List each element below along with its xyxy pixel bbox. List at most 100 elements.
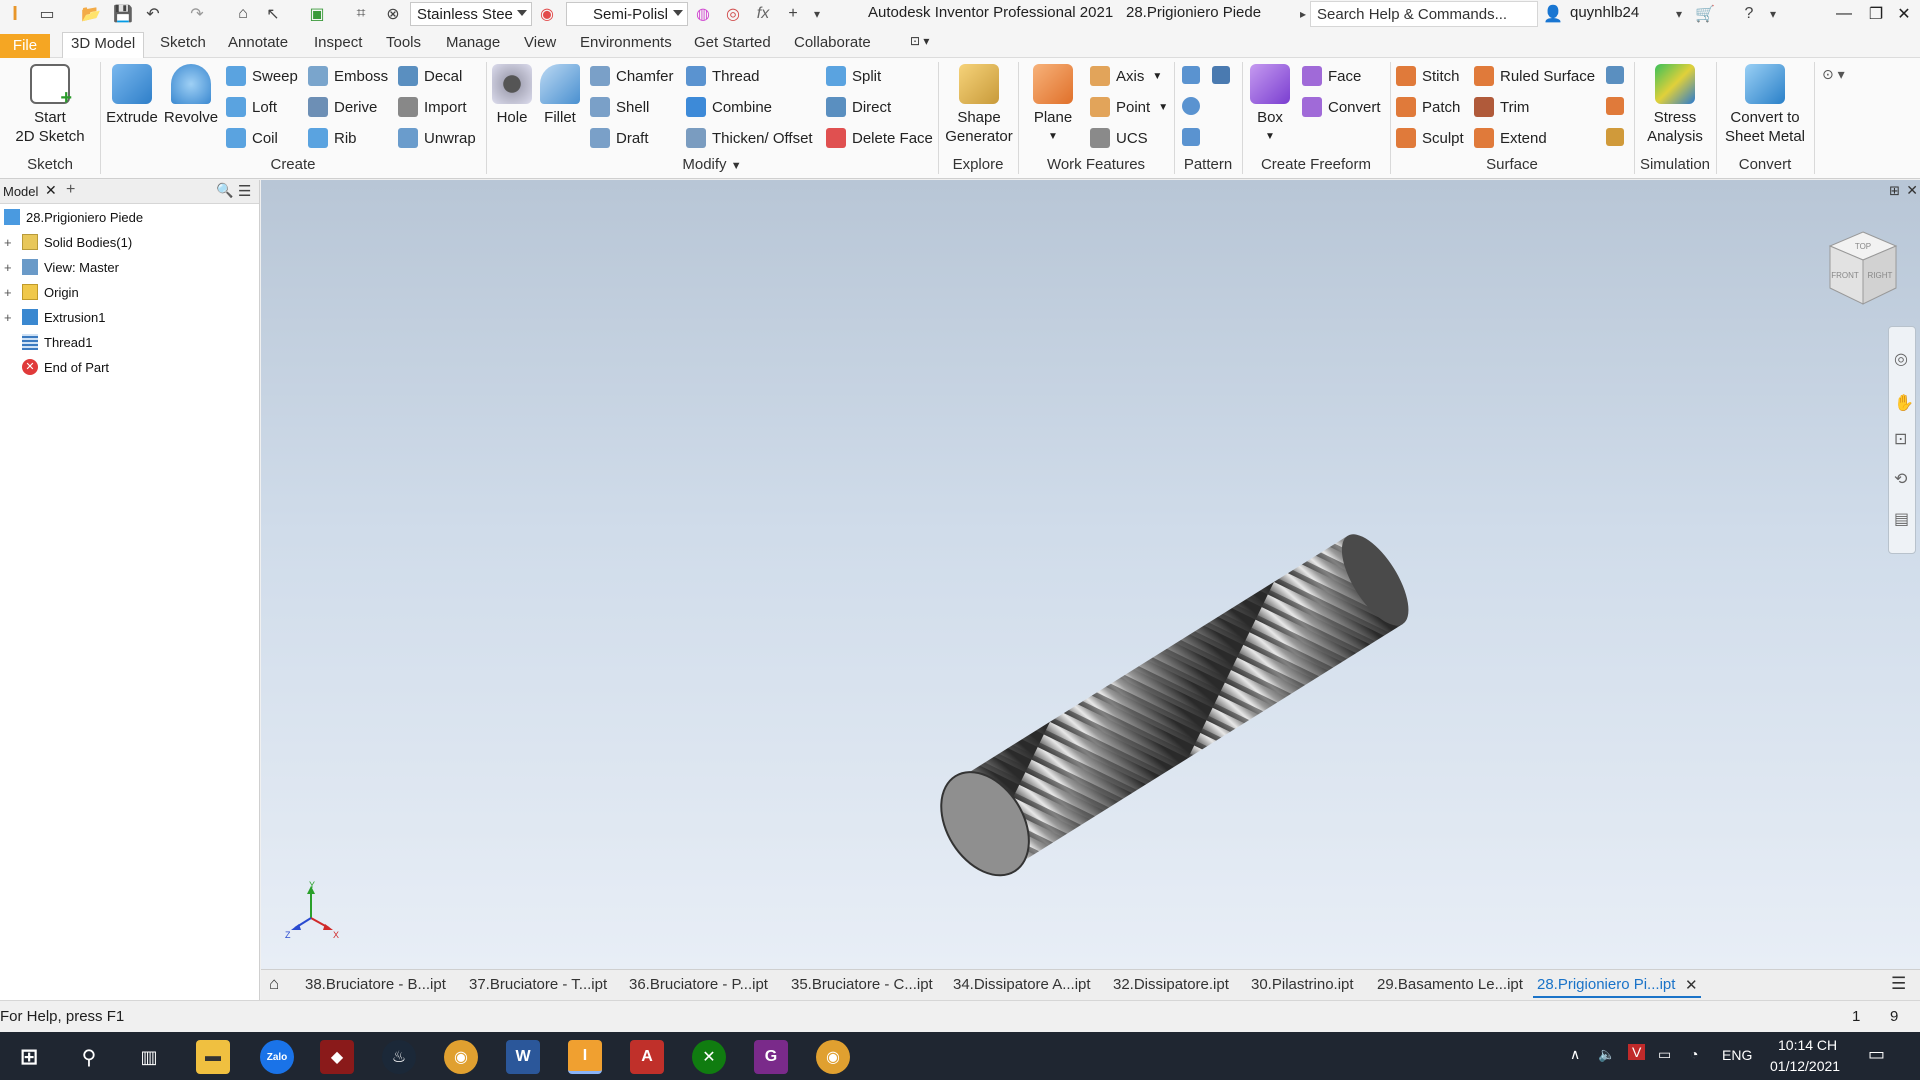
chamfer-button[interactable]: Chamfer [590, 66, 674, 86]
language-indicator[interactable]: ENG [1722, 1047, 1752, 1063]
import-button[interactable]: Import [398, 97, 467, 117]
tree-item-thread1[interactable]: Thread1 [0, 331, 92, 353]
loft-button[interactable]: Loft [226, 97, 277, 117]
minimize-button[interactable]: — [1828, 2, 1860, 26]
doc-tab[interactable]: 29.Basamento Le...ipt [1377, 976, 1523, 993]
face-button[interactable]: Face [1302, 66, 1361, 86]
plus-icon[interactable]: + [782, 3, 804, 25]
trim-button[interactable]: Trim [1474, 97, 1529, 117]
redo-icon[interactable]: ↷ [186, 3, 208, 25]
volume-icon[interactable]: 🔈 [1598, 1046, 1615, 1063]
hole-button[interactable]: Hole [490, 64, 534, 127]
open-file-icon[interactable]: 📂 [80, 3, 102, 25]
tab-inspect[interactable]: Inspect [314, 32, 362, 56]
inventor-taskbar-icon[interactable]: I [568, 1040, 602, 1074]
surface-tool-1-button[interactable] [1606, 66, 1630, 84]
customize-dropdown-icon[interactable]: ▾ [806, 3, 828, 25]
doc-tab-close-icon[interactable]: ✕ [1685, 976, 1698, 994]
combine-button[interactable]: Combine [686, 97, 772, 117]
tray-expand-icon[interactable]: ∧ [1570, 1046, 1580, 1063]
inventor-logo-icon[interactable]: I [4, 3, 26, 25]
doc-tab[interactable]: 36.Bruciatore - P...ipt [629, 976, 768, 993]
select-icon[interactable]: ↖ [262, 3, 284, 25]
expand-icon[interactable]: + [4, 235, 14, 250]
tab-3d-model[interactable]: 3D Model [62, 32, 145, 58]
zoom-icon[interactable]: ⊡ [1894, 429, 1907, 449]
split-button[interactable]: Split [826, 66, 881, 86]
pdf-app-icon[interactable]: G [754, 1040, 788, 1074]
tab-annotate[interactable]: Annotate [228, 32, 288, 56]
sculpt-button[interactable]: Sculpt [1396, 128, 1464, 148]
clear-appearance-icon[interactable]: ◎ [722, 3, 744, 25]
user-dropdown-icon[interactable]: ▾ [1668, 3, 1690, 25]
surface-tool-3-button[interactable] [1606, 128, 1630, 146]
viewport-maximize-icon[interactable]: ⊞ [1889, 183, 1900, 199]
fillet-button[interactable]: Fillet [538, 64, 582, 127]
search-icon[interactable]: ⚲ [72, 1040, 106, 1074]
expand-icon[interactable]: + [4, 260, 14, 275]
chrome-icon[interactable]: ◉ [444, 1040, 478, 1074]
tab-file[interactable]: File [0, 34, 50, 58]
tree-item-extrusion1[interactable]: + Extrusion1 [0, 306, 105, 328]
graphics-viewport[interactable]: ⊞ ✕ TOP FRONT RIGHT ◎ ✋ ⊡ ⟲ ▤ Y X Z [261, 180, 1920, 969]
stitch-button[interactable]: Stitch [1396, 66, 1460, 86]
mirror-button[interactable] [1212, 66, 1236, 84]
tab-tools[interactable]: Tools [386, 32, 421, 56]
autocad-icon[interactable]: A [630, 1040, 664, 1074]
patch-button[interactable]: Patch [1396, 97, 1460, 117]
convert-freeform-button[interactable]: Convert [1302, 97, 1381, 117]
thread-button[interactable]: Thread [686, 66, 760, 86]
tree-item-view-master[interactable]: + View: Master [0, 256, 119, 278]
notification-icon[interactable]: ▭ [1868, 1044, 1885, 1065]
windows-start-icon[interactable]: ⊞ [12, 1040, 46, 1074]
cart-icon[interactable]: 🛒 [1694, 3, 1716, 25]
home-tab-icon[interactable]: ⌂ [269, 974, 279, 994]
material-select[interactable]: Stainless Stee [410, 2, 532, 26]
tree-item-origin[interactable]: + Origin [0, 281, 79, 303]
viewport-close-icon[interactable]: ✕ [1906, 182, 1918, 199]
draft-button[interactable]: Draft [590, 128, 649, 148]
tab-get-started[interactable]: Get Started [694, 32, 771, 56]
word-icon[interactable]: W [506, 1040, 540, 1074]
appearance-select[interactable]: Semi-Polisl [566, 2, 688, 26]
ribbon-options-button[interactable]: ⊙ ▾ [1822, 66, 1845, 83]
zalo-icon[interactable]: Zalo [260, 1040, 294, 1074]
revolve-button[interactable]: Revolve [162, 64, 220, 127]
home-icon[interactable]: ⌂ [232, 3, 254, 25]
shape-generator-button[interactable]: Shape Generator [942, 64, 1016, 146]
thicken-offset-button[interactable]: Thicken/ Offset [686, 128, 813, 148]
task-view-icon[interactable]: ▥ [132, 1040, 166, 1074]
tree-item-end-of-part[interactable]: ✕ End of Part [0, 356, 109, 378]
help-icon[interactable]: ? [1738, 3, 1760, 25]
delete-face-button[interactable]: Delete Face [826, 128, 933, 148]
doc-tab[interactable]: 30.Pilastrino.ipt [1251, 976, 1354, 993]
fx-parameters-icon[interactable]: fx [752, 3, 774, 25]
chrome-profile-icon[interactable]: ◉ [816, 1040, 850, 1074]
doc-tab[interactable]: 34.Dissipatore A...ipt [953, 976, 1091, 993]
save-icon[interactable]: 💾 [112, 3, 134, 25]
doc-tab-active[interactable]: 28.Prigioniero Pi...ipt [1533, 976, 1702, 998]
shell-button[interactable]: Shell [590, 97, 649, 117]
orbit-icon[interactable]: ⟲ [1894, 469, 1907, 489]
tab-environments[interactable]: Environments [580, 32, 672, 56]
antivirus-tray-icon[interactable]: V [1628, 1044, 1646, 1060]
threaded-rod-model[interactable] [861, 440, 1601, 900]
ruled-surface-button[interactable]: Ruled Surface [1474, 66, 1595, 86]
view-cube[interactable]: TOP FRONT RIGHT [1828, 230, 1898, 305]
browser-tab-close-icon[interactable]: ✕ [45, 182, 57, 199]
adjust-appearance-icon[interactable]: ◍ [692, 3, 714, 25]
surface-tool-2-button[interactable] [1606, 97, 1630, 115]
axis-button[interactable]: Axis ▼ [1090, 66, 1162, 86]
rectangular-pattern-button[interactable] [1182, 66, 1206, 84]
browser-tab-model[interactable]: Model [3, 184, 38, 199]
box-button[interactable]: Box ▼ [1246, 64, 1294, 146]
measure-icon[interactable]: ⌗ [350, 3, 372, 25]
sweep-button[interactable]: Sweep [226, 66, 298, 86]
convert-to-sheet-metal-button[interactable]: Convert to Sheet Metal [1720, 64, 1810, 146]
new-file-icon[interactable]: ▭ [36, 3, 58, 25]
rib-button[interactable]: Rib [308, 128, 357, 148]
tree-item-solid-bodies[interactable]: + Solid Bodies(1) [0, 231, 132, 253]
tab-manage[interactable]: Manage [446, 32, 500, 56]
start-2d-sketch-button[interactable]: + Start 2D Sketch [10, 64, 90, 146]
tree-item-part[interactable]: 28.Prigioniero Piede [0, 206, 143, 228]
